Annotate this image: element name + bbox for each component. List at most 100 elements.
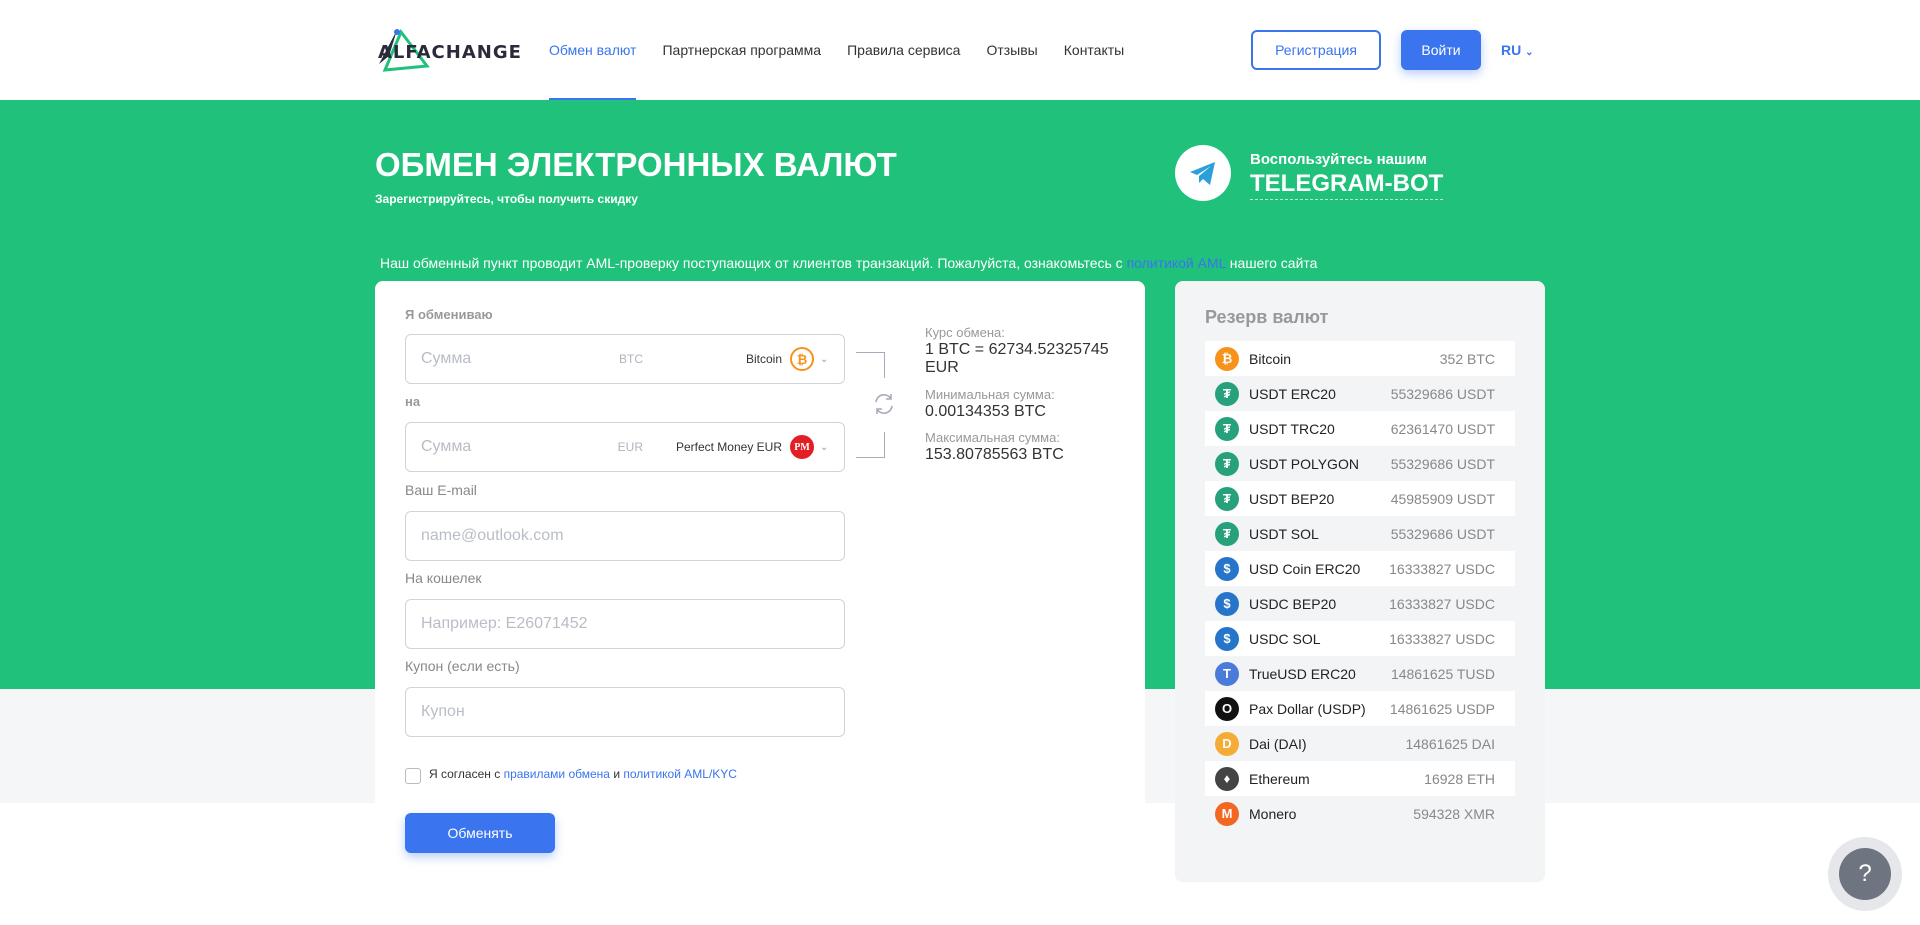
perfect-money-icon: PM [790,435,814,459]
bracket-bottom [856,432,885,458]
get-select-value: Perfect Money EUR [675,440,782,454]
reserve-item-amount: 16333827 USDC [1389,595,1495,612]
tether-icon: ₮ [1215,521,1239,546]
email-field[interactable]: name@outlook.com [405,511,845,561]
reserve-panel: Резерв валют ₿ Bitcoin 352 BTC ₮ USDT ERC20 5… [1175,281,1545,882]
swap-icon[interactable] [871,391,897,417]
get-amount-placeholder: Сумма [421,438,472,455]
tether-icon: ₮ [1215,486,1239,511]
reserve-item: ₮ USDT POLYGON 55329686 USDT [1205,446,1515,481]
agree-checkbox[interactable] [405,768,421,784]
language-selector[interactable]: RU ⌄ [1501,42,1534,58]
language-label: RU [1501,42,1522,58]
exchange-rules-link[interactable]: правилами обмена [504,767,610,781]
tether-icon: ₮ [1215,416,1239,441]
reserve-item: ₮ USDT BEP20 45985909 USDT [1205,481,1515,516]
reserve-item-amount: 62361470 USDT [1390,420,1495,437]
main-nav: Обмен валют Партнерская программа Правил… [549,0,1150,100]
email-placeholder: name@outlook.com [421,527,564,544]
rate-value: 1 BTC = 62734.52325745 EUR [925,341,1109,376]
wallet-label: На кошелек [405,570,482,586]
reserve-item-amount: 14861625 DAI [1405,735,1495,752]
reserve-item: O Pax Dollar (USDP) 14861625 USDP [1205,691,1515,726]
reserve-item-amount: 16333827 USDC [1389,560,1495,577]
tether-icon: ₮ [1215,451,1239,476]
reserve-item-amount: 55329686 USDT [1390,455,1495,472]
site-header: ALFACHANGE Обмен валют Партнерская прогр… [0,0,1920,100]
usdc-icon: $ [1215,626,1239,651]
max-sum-value: 153.80785563 BTC [925,446,1064,463]
reserve-item-amount: 55329686 USDT [1390,385,1495,402]
coupon-field[interactable]: Купон [405,687,845,737]
aml-text-after: нашего сайта [1225,255,1318,271]
telegram-bot-link[interactable]: TELEGRAM-BOT [1250,170,1444,200]
reserve-item-amount: 16333827 USDC [1389,630,1495,647]
wallet-field[interactable]: Например: E26071452 [405,599,845,649]
reserve-item-amount: 594328 XMR [1413,805,1495,822]
reserve-list[interactable]: ₿ Bitcoin 352 BTC ₮ USDT ERC20 55329686 USDT ₮… [1205,341,1515,841]
page-subtitle: Зарегистрируйтесь, чтобы получить скидку [375,192,638,206]
reserve-item: $ USD Coin ERC20 16333827 USDC [1205,551,1515,586]
give-amount-input[interactable]: Сумма BTC [405,334,659,384]
reserve-item: D Dai (DAI) 14861625 DAI [1205,726,1515,761]
reserve-item: M Monero 594328 XMR [1205,796,1515,831]
aml-notice: Наш обменный пункт проводит AML-проверку… [380,255,1317,271]
agree-and: и [609,767,624,781]
get-amount-input[interactable]: Сумма EUR [405,422,659,472]
nav-reviews[interactable]: Отзывы [986,0,1037,100]
coupon-placeholder: Купон [421,703,465,720]
agree-text: Я согласен с правилами обмена и политико… [429,767,737,781]
exchange-button[interactable]: Обменять [405,813,555,853]
reserve-item-name: TrueUSD ERC20 [1249,665,1356,682]
reserve-item-name: Bitcoin [1249,350,1292,367]
aml-policy-link[interactable]: политикой AML [1127,255,1226,271]
chevron-down-icon: ⌄ [1525,47,1534,58]
rate-label: Курс обмена: [925,325,1005,340]
reserve-item: ₮ USDT TRC20 62361470 USDT [1205,411,1515,446]
usdc-icon: $ [1215,591,1239,616]
reserve-item-name: USDT TRC20 [1249,420,1335,437]
monero-icon: M [1215,801,1239,826]
telegram-icon[interactable] [1175,145,1231,201]
reserve-item-name: USDT SOL [1249,525,1319,542]
chevron-down-icon: ⌄ [820,353,829,365]
reserve-item-name: USDT POLYGON [1249,455,1359,472]
reserve-item-name: USDC BEP20 [1249,595,1337,612]
get-currency-select[interactable]: Perfect Money EUR PM ⌄ [658,422,845,472]
aml-text-before: Наш обменный пункт проводит AML-проверку… [380,255,1127,271]
nav-rules[interactable]: Правила сервиса [847,0,960,100]
reserve-item: $ USDC BEP20 16333827 USDC [1205,586,1515,621]
reserve-item-amount: 14861625 USDP [1389,700,1495,717]
logo-text[interactable]: ALFACHANGE [378,42,522,63]
reserve-item-name: Dai (DAI) [1249,735,1307,752]
trueusd-icon: T [1215,661,1239,686]
reserve-item-amount: 16928 ETH [1424,770,1495,787]
reserve-item: ₮ USDT SOL 55329686 USDT [1205,516,1515,551]
reserve-item-amount: 14861625 TUSD [1390,665,1495,682]
nav-exchange[interactable]: Обмен валют [549,0,637,100]
aml-kyc-link[interactable]: политикой AML/KYC [623,767,737,781]
nav-partner[interactable]: Партнерская программа [662,0,821,100]
give-amount-placeholder: Сумма [421,350,472,367]
usdc-icon: $ [1215,556,1239,581]
give-currency-code: BTC [619,352,643,366]
reserve-item-name: USD Coin ERC20 [1249,560,1361,577]
nav-contacts[interactable]: Контакты [1064,0,1124,100]
agree-prefix: Я согласен с [429,767,504,781]
help-button[interactable]: ? [1828,837,1902,911]
reserve-item-amount: 45985909 USDT [1390,490,1495,507]
reserve-item-name: Pax Dollar (USDP) [1249,700,1366,717]
reserve-item-name: Monero [1249,805,1297,822]
paxdollar-icon: O [1215,696,1239,721]
reserve-item-amount: 55329686 USDT [1390,525,1495,542]
give-currency-select[interactable]: Bitcoin ₿ ⌄ [658,334,845,384]
reserve-item: ♦ Ethereum 16928 ETH [1205,761,1515,796]
login-button[interactable]: Войти [1401,30,1481,70]
wallet-placeholder: Например: E26071452 [421,615,588,632]
reserve-fade [1175,832,1545,882]
register-button[interactable]: Регистрация [1251,30,1381,70]
max-sum-label: Максимальная сумма: [925,430,1060,445]
reserve-item: ₮ USDT ERC20 55329686 USDT [1205,376,1515,411]
reserve-item: ₿ Bitcoin 352 BTC [1205,341,1515,376]
reserve-item: $ USDC SOL 16333827 USDC [1205,621,1515,656]
